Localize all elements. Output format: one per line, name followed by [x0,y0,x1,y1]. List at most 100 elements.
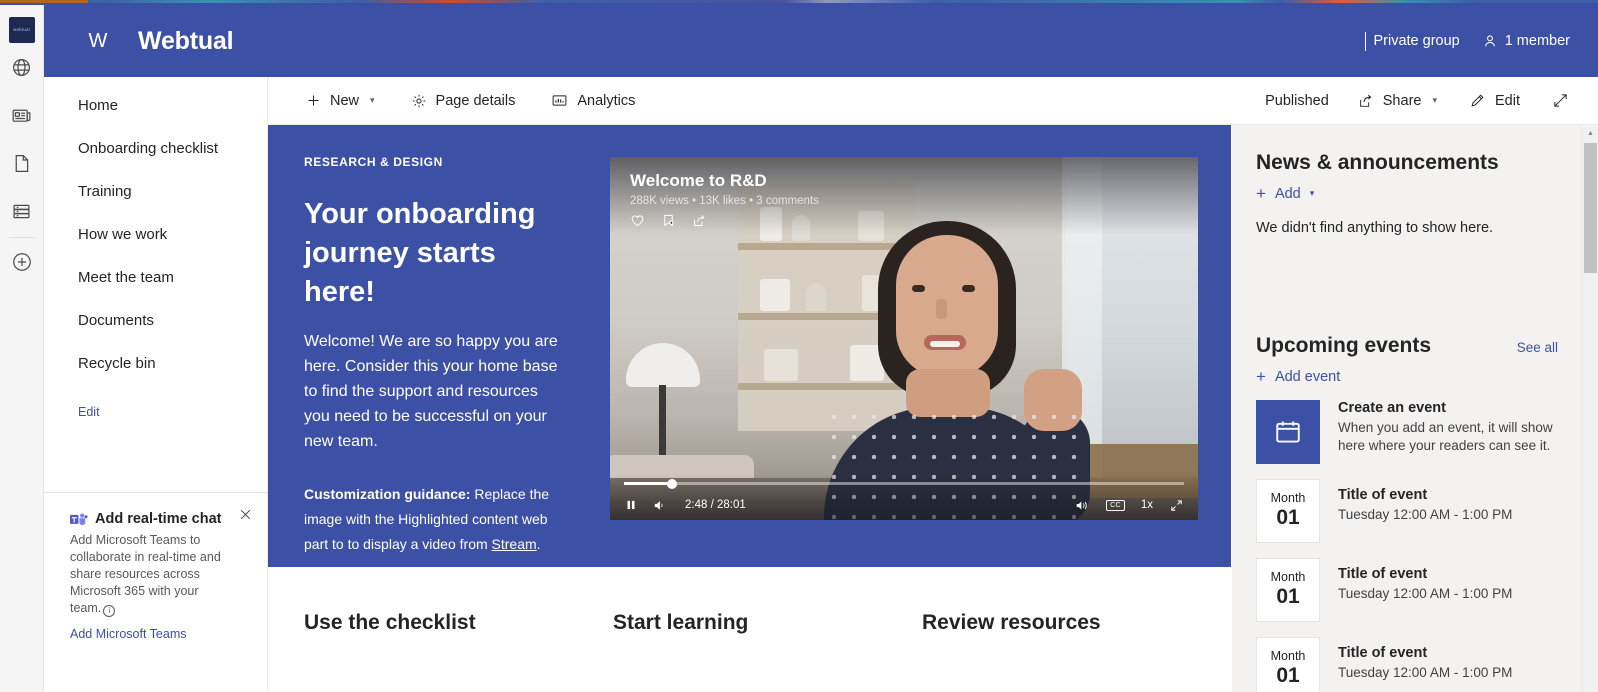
card-review-resources[interactable]: Review resources [886,567,1195,692]
card-title: Start learning [613,611,749,634]
chevron-down-icon[interactable]: ▾ [370,95,375,106]
nav-edit-link[interactable]: Edit [44,405,267,419]
plus-icon [306,93,321,108]
info-icon[interactable]: i [103,605,116,617]
add-microsoft-teams-link[interactable]: Add Microsoft Teams [70,627,248,641]
new-button[interactable]: New ▾ [295,77,386,125]
event-title: Title of event [1338,566,1428,582]
sidebar-item-sites[interactable] [0,43,44,91]
sidebar-item-news[interactable] [0,91,44,139]
member-count-button[interactable]: 1 member [1482,33,1570,49]
video-seek-handle[interactable] [666,478,677,489]
stream-link[interactable]: Stream [492,536,537,552]
video-seek-filled [624,482,672,485]
playback-speed-button[interactable]: 1x [1141,499,1153,511]
full-screen-button[interactable] [1541,77,1580,125]
hero-guidance: Customization guidance: Replace the imag… [304,482,562,557]
video-player[interactable]: Welcome to R&D 288K views • 13K likes • … [610,157,1198,520]
nav-item-recycle-bin[interactable]: Recycle bin [44,342,267,385]
list-item[interactable]: Month 01 Title of event Tuesday 12:00 AM… [1256,479,1558,543]
site-header: W Webtual Private group 1 member [44,5,1598,77]
nav-item-label: Training [78,183,132,200]
nav-item-documents[interactable]: Documents [44,299,267,342]
nav-item-how-we-work[interactable]: How we work [44,213,267,256]
fullscreen-icon[interactable] [1169,498,1184,513]
volume-icon[interactable] [652,498,667,513]
scroll-up-arrow[interactable]: ▲ [1582,125,1598,141]
chevron-down-icon[interactable]: ▾ [1310,188,1315,199]
edit-button[interactable]: Edit [1458,77,1531,125]
video-controls: 2:48 / 28:01 CC 1x [610,474,1198,520]
app-bar: webtual [0,5,44,692]
card-use-the-checklist[interactable]: Use the checklist [268,567,577,692]
file-icon [11,153,32,174]
share-icon[interactable] [692,213,707,228]
org-logo-tile: webtual [8,17,35,43]
teams-callout-title-text: Add real-time chat [95,511,222,527]
event-title: Create an event [1338,400,1446,416]
nav-item-onboarding-checklist[interactable]: Onboarding checklist [44,127,267,170]
gear-icon [411,93,427,109]
quick-links-row: Use the checklist Start learning Review … [268,567,1231,692]
closed-captions-icon[interactable]: CC [1106,499,1125,511]
nav-item-home[interactable]: Home [44,84,267,127]
nav-item-training[interactable]: Training [44,170,267,213]
nav-item-label: Home [78,97,119,114]
noise-suppression-icon[interactable] [1074,498,1090,513]
video-seek-bar[interactable] [624,478,1184,489]
event-create-tile [1256,400,1320,464]
teams-callout-body-text: Add Microsoft Teams to collaborate in re… [70,533,221,615]
events-heading: Upcoming events [1256,334,1432,357]
heart-icon[interactable] [630,213,645,228]
page-details-button[interactable]: Page details [400,77,527,125]
analytics-button[interactable]: Analytics [540,77,646,125]
video-title: Welcome to R&D [630,171,767,190]
event-title: Title of event [1338,487,1428,503]
save-icon[interactable] [661,213,676,228]
add-news-button[interactable]: + Add ▾ [1256,185,1558,202]
close-icon[interactable] [234,503,256,525]
share-button[interactable]: Share ▾ [1347,77,1448,125]
nav-item-meet-the-team[interactable]: Meet the team [44,256,267,299]
event-day: 01 [1276,584,1300,608]
add-news-label: Add [1274,185,1301,202]
nav-item-label: Recycle bin [78,355,156,372]
scrollbar-thumb[interactable] [1584,143,1597,273]
sidebar-item-lists[interactable] [0,187,44,235]
event-day: 01 [1276,663,1300,687]
sidebar-item-files[interactable] [0,139,44,187]
event-month: Month [1270,570,1306,585]
site-title[interactable]: Webtual [138,27,234,56]
see-all-link[interactable]: See all [1517,340,1558,355]
list-item[interactable]: Month 01 Title of event Tuesday 12:00 AM… [1256,558,1558,622]
video-stats: 288K views • 13K likes • 3 comments [630,195,819,207]
create-button[interactable] [0,238,44,286]
nav-item-label: How we work [78,226,168,243]
news-empty-message: We didn't find anything to show here. [1256,220,1494,236]
page-scrollbar[interactable]: ▲ [1581,125,1598,692]
command-bar-right: Published Share ▾ Edit [1257,77,1598,125]
hero-text-column: RESEARCH & DESIGN Your onboarding journe… [268,125,590,567]
pause-icon[interactable] [624,498,638,512]
publish-status: Published [1265,92,1329,109]
nav-item-label: Meet the team [78,269,174,286]
hero-eyebrow: RESEARCH & DESIGN [304,155,443,169]
tabstrip-tabs [88,0,1598,3]
add-event-label: Add event [1274,368,1341,385]
list-item[interactable]: Create an event When you add an event, i… [1256,400,1558,464]
event-subtitle: When you add an event, it will show here… [1338,420,1553,453]
new-label: New [330,92,360,109]
event-subtitle: Tuesday 12:00 AM - 1:00 PM [1338,586,1513,601]
add-event-button[interactable]: + Add event [1256,368,1558,385]
video-time-display: 2:48 / 28:01 [685,499,746,511]
globe-icon [11,57,32,78]
event-month: Month [1270,491,1306,506]
video-controls-left: 2:48 / 28:01 [624,498,746,513]
list-item[interactable]: Month 01 Title of event Tuesday 12:00 AM… [1256,637,1558,692]
site-logo: W [80,23,116,59]
nav-item-label: Onboarding checklist [78,140,219,157]
chevron-down-icon[interactable]: ▾ [1432,95,1437,106]
card-title: Review resources [922,611,1101,634]
card-start-learning[interactable]: Start learning [577,567,886,692]
command-bar: New ▾ Page details Analytics Published S… [268,77,1598,125]
